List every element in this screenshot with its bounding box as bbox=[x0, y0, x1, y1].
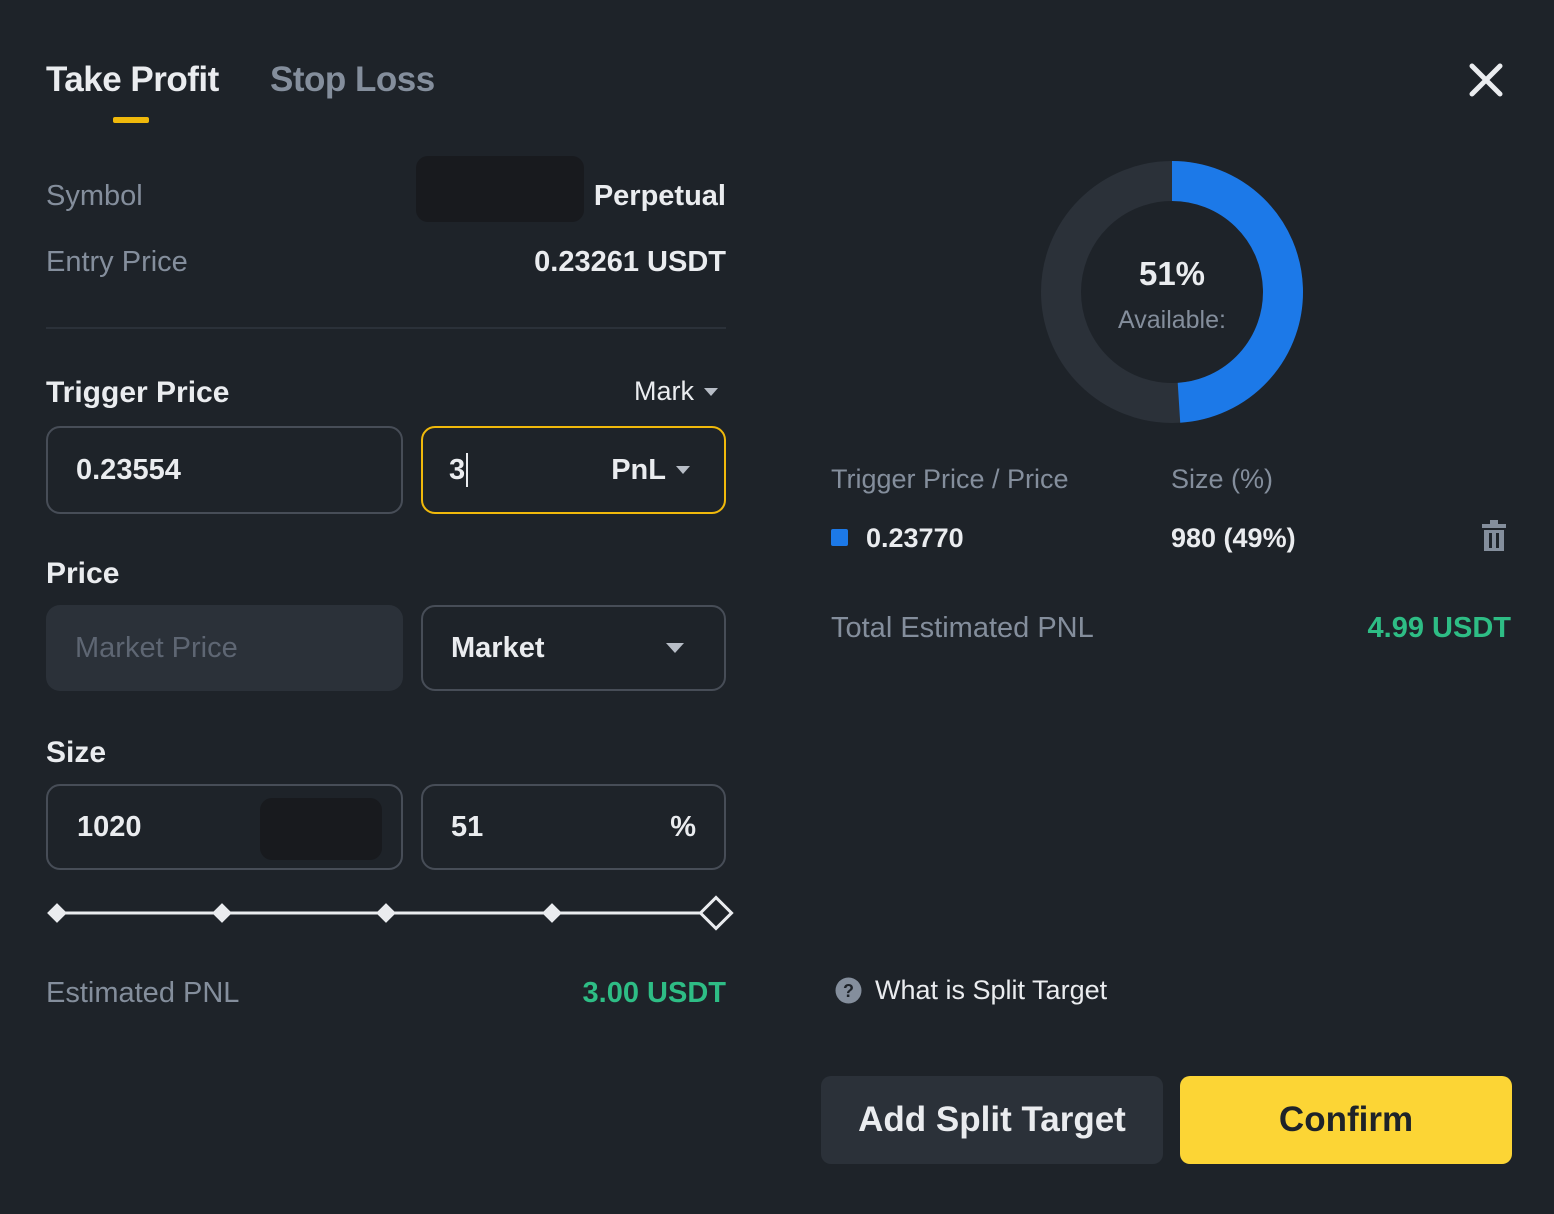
redacted-symbol bbox=[416, 156, 584, 222]
size-slider[interactable] bbox=[40, 892, 740, 936]
pnl-value: 3 bbox=[449, 453, 466, 486]
table-header-trigger: Trigger Price / Price bbox=[831, 464, 1069, 494]
size-percent-input[interactable]: 51 % bbox=[421, 784, 726, 870]
chevron-down-icon bbox=[676, 466, 690, 474]
svg-text:?: ? bbox=[843, 981, 854, 1001]
delete-target-button[interactable] bbox=[1480, 520, 1508, 557]
price-placeholder: Market Price bbox=[75, 631, 238, 664]
trigger-type-select[interactable]: Mark bbox=[634, 376, 718, 407]
estimated-pnl-value: 3.00 USDT bbox=[582, 977, 726, 1009]
add-split-target-button[interactable]: Add Split Target bbox=[821, 1076, 1163, 1164]
close-button[interactable] bbox=[1462, 56, 1510, 104]
chevron-down-icon bbox=[704, 387, 718, 396]
size-percent-unit: % bbox=[670, 810, 696, 843]
total-pnl-label: Total Estimated PNL bbox=[831, 612, 1094, 644]
tab-take-profit[interactable]: Take Profit bbox=[46, 60, 219, 100]
size-amount-value: 1020 bbox=[77, 810, 142, 843]
price-input: Market Price bbox=[46, 605, 403, 691]
order-type-value: Market bbox=[451, 631, 545, 664]
trigger-type-label: Mark bbox=[634, 376, 694, 406]
pnl-unit-label: PnL bbox=[611, 453, 666, 486]
trash-icon bbox=[1482, 520, 1506, 551]
series-color-swatch bbox=[831, 529, 848, 546]
close-icon bbox=[1469, 63, 1503, 97]
slider-mark-75[interactable] bbox=[542, 903, 562, 923]
table-row-size: 980 (49%) bbox=[1171, 523, 1296, 553]
symbol-label: Symbol bbox=[46, 180, 143, 212]
help-link-label: What is Split Target bbox=[875, 975, 1108, 1005]
trigger-price-input[interactable]: 0.23554 bbox=[46, 426, 403, 514]
divider bbox=[46, 327, 726, 329]
donut-caption: Available: bbox=[1118, 306, 1226, 334]
order-type-select[interactable]: Market bbox=[421, 605, 726, 691]
question-circle-icon: ? bbox=[835, 977, 862, 1004]
entry-price-value: 0.23261 USDT bbox=[534, 246, 726, 278]
redacted-unit bbox=[260, 798, 382, 860]
chevron-down-icon bbox=[666, 643, 684, 653]
text-cursor bbox=[466, 453, 469, 487]
symbol-value: Perpetual bbox=[593, 180, 726, 212]
pnl-input[interactable]: 3 PnL bbox=[421, 426, 726, 514]
estimated-pnl-label: Estimated PNL bbox=[46, 977, 240, 1009]
total-pnl-value: 4.99 USDT bbox=[1367, 612, 1511, 644]
pnl-unit-select[interactable]: PnL bbox=[611, 454, 690, 487]
confirm-button[interactable]: Confirm bbox=[1180, 1076, 1512, 1164]
slider-handle[interactable] bbox=[698, 895, 734, 931]
active-tab-indicator bbox=[113, 117, 149, 123]
slider-mark-0[interactable] bbox=[47, 903, 67, 923]
donut-percent: 51% bbox=[1138, 255, 1206, 292]
slider-mark-25[interactable] bbox=[212, 903, 232, 923]
table-header-size: Size (%) bbox=[1171, 464, 1274, 494]
split-target-help-link[interactable]: ? What is Split Target bbox=[835, 975, 1107, 1006]
slider-mark-50[interactable] bbox=[376, 903, 396, 923]
trigger-price-value: 0.23554 bbox=[76, 453, 181, 486]
size-title: Size bbox=[46, 736, 107, 769]
entry-price-label: Entry Price bbox=[46, 246, 188, 278]
price-title: Price bbox=[46, 557, 120, 590]
tab-stop-loss[interactable]: Stop Loss bbox=[270, 60, 435, 100]
table-row-price: 0.23770 bbox=[866, 523, 964, 553]
size-percent-value: 51 bbox=[451, 810, 484, 843]
trigger-price-title: Trigger Price bbox=[46, 376, 230, 409]
